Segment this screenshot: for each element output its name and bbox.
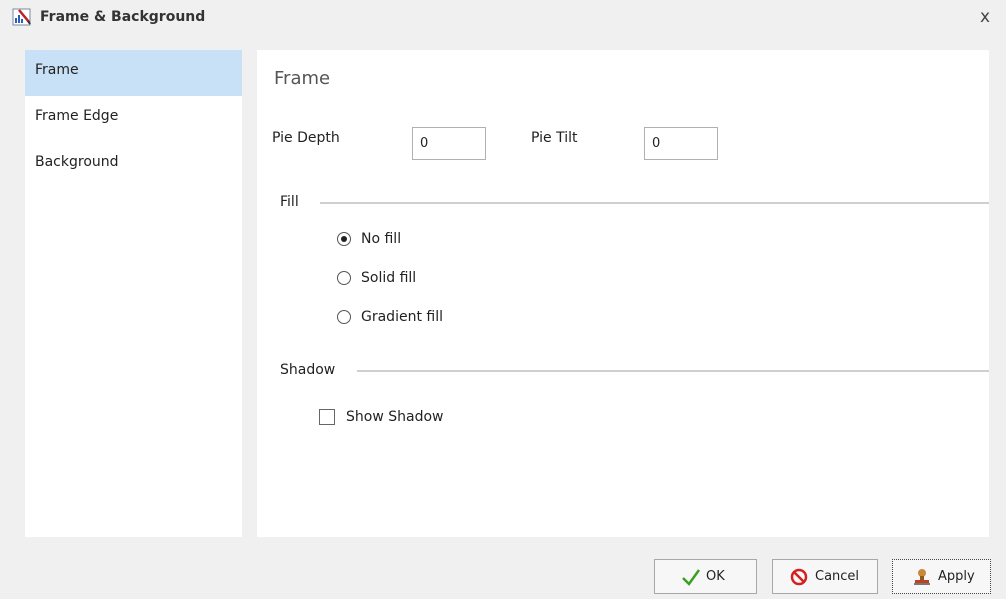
sidebar-item-frame[interactable]: Frame	[25, 50, 242, 96]
sidebar-nav: Frame Frame Edge Background	[25, 50, 242, 537]
pie-depth-input[interactable]: 0	[412, 127, 486, 160]
gradient-fill-label: Gradient fill	[361, 309, 443, 325]
panel-title: Frame	[274, 68, 331, 89]
sidebar-item-frame-edge[interactable]: Frame Edge	[25, 96, 242, 142]
radio-checked-icon	[337, 232, 351, 246]
apply-button[interactable]: Apply	[892, 559, 991, 594]
close-button[interactable]: x	[974, 6, 996, 28]
fill-group-label: Fill	[280, 194, 299, 210]
pie-tilt-label: Pie Tilt	[531, 130, 578, 146]
checkmark-icon	[682, 569, 701, 586]
ok-label: OK	[706, 569, 725, 584]
radio-unchecked-icon	[337, 310, 351, 324]
ok-button[interactable]: OK	[654, 559, 757, 594]
settings-panel: Frame Pie Depth 0 Pie Tilt 0 Fill No fil…	[257, 50, 989, 537]
fill-group-divider	[320, 202, 989, 204]
sidebar-item-background[interactable]: Background	[25, 142, 242, 188]
solid-fill-label: Solid fill	[361, 270, 417, 286]
no-fill-label: No fill	[361, 231, 402, 247]
chart-pencil-icon	[12, 8, 31, 26]
stamp-icon	[914, 569, 930, 585]
checkbox-unchecked-icon	[319, 409, 335, 425]
title-bar: Frame & Background x	[0, 0, 1006, 36]
pie-tilt-input[interactable]: 0	[644, 127, 718, 160]
radio-unchecked-icon	[337, 271, 351, 285]
window-title: Frame & Background	[40, 9, 206, 25]
show-shadow-label: Show Shadow	[346, 409, 444, 425]
cancel-icon	[790, 568, 808, 586]
apply-label: Apply	[938, 569, 975, 584]
pie-depth-label: Pie Depth	[272, 130, 340, 146]
shadow-group-label: Shadow	[280, 362, 336, 378]
cancel-button[interactable]: Cancel	[772, 559, 878, 594]
shadow-group-divider	[357, 370, 989, 372]
cancel-label: Cancel	[815, 569, 860, 584]
